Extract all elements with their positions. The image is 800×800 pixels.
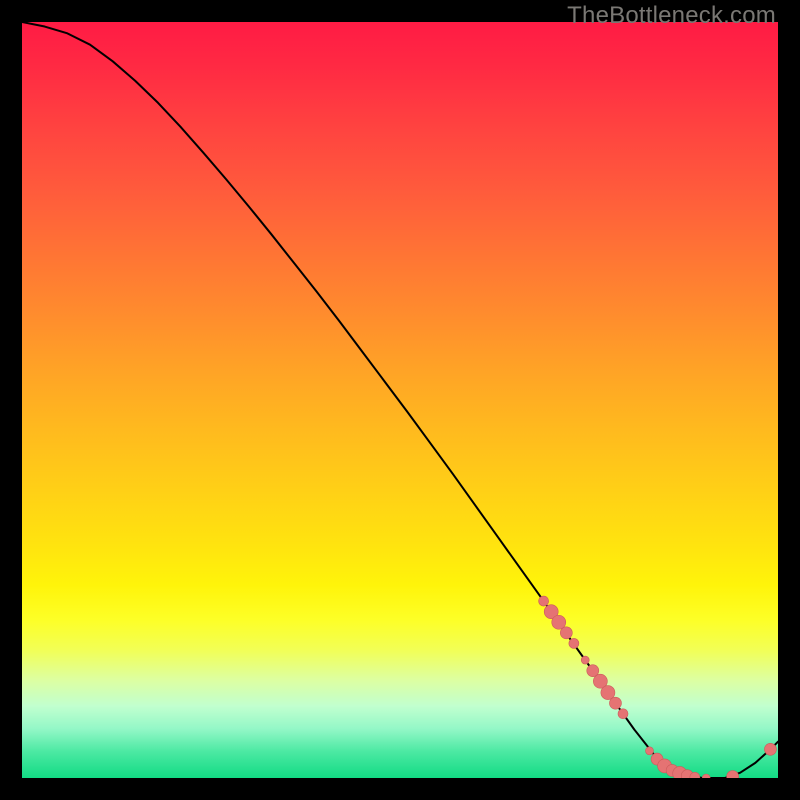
plot-area xyxy=(22,22,778,778)
attribution-label: TheBottleneck.com xyxy=(567,2,776,30)
chart-canvas: TheBottleneck.com xyxy=(0,0,800,800)
gradient-background xyxy=(22,22,778,778)
